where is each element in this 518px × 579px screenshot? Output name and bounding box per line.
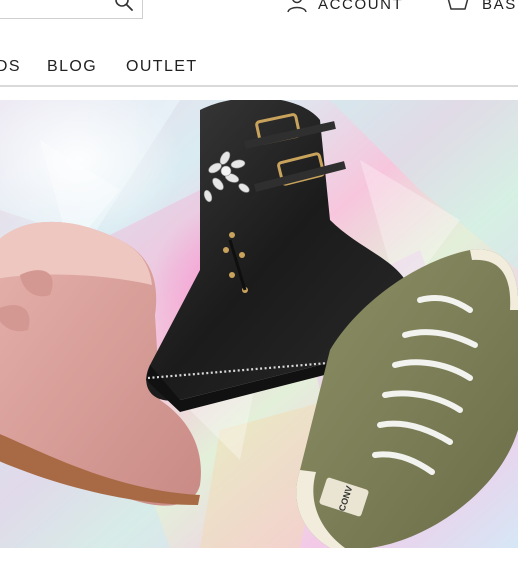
search-box[interactable] (0, 0, 143, 19)
hero-image: CONV (0, 100, 518, 548)
hero-banner[interactable]: CONV (0, 100, 518, 548)
main-nav: KIDS BLOG OUTLET (0, 56, 518, 84)
account-label: ACCOUNT (318, 0, 404, 13)
basket-label: BASKET (482, 0, 518, 13)
account-link[interactable]: ACCOUNT (286, 0, 403, 15)
basket-link[interactable]: BASKET (446, 0, 518, 15)
nav-item-blog[interactable]: BLOG (47, 58, 97, 76)
nav-item-kids[interactable]: KIDS (0, 58, 21, 76)
nav-divider (0, 85, 518, 87)
user-icon (286, 0, 308, 18)
basket-icon (446, 0, 470, 17)
search-icon[interactable] (114, 0, 136, 12)
page: ACCOUNT BASKET KIDS BLOG OUTLET (0, 0, 518, 579)
nav-item-outlet[interactable]: OUTLET (126, 58, 198, 76)
